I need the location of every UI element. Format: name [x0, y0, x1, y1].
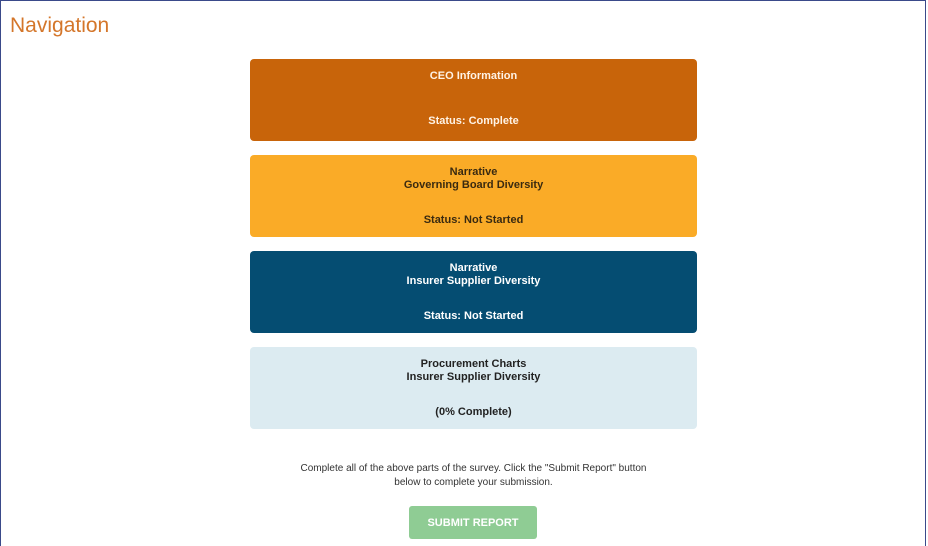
page-frame: Navigation CEO Information Status: Compl… — [0, 0, 926, 546]
card-procurement-charts[interactable]: Procurement Charts Insurer Supplier Dive… — [250, 347, 697, 429]
card-status: Status: Complete — [428, 115, 519, 127]
card-title: Narrative — [449, 166, 498, 178]
card-title: Narrative — [449, 262, 498, 274]
card-title: Procurement Charts — [420, 358, 527, 370]
card-progress: (0% Complete) — [435, 406, 512, 418]
instructions-line: Complete all of the above parts of the s… — [300, 463, 647, 474]
card-subtitle: Governing Board Diversity — [403, 179, 544, 191]
card-governing-board-diversity[interactable]: Narrative Governing Board Diversity Stat… — [250, 155, 697, 237]
card-title: CEO Information — [429, 70, 518, 82]
submit-report-button[interactable]: SUBMIT REPORT — [409, 506, 537, 539]
page-title: Navigation — [10, 14, 110, 37]
card-subtitle: Insurer Supplier Diversity — [406, 371, 541, 383]
card-status: Status: Not Started — [423, 310, 524, 322]
instructions-line: below to complete your submission. — [394, 477, 553, 488]
instructions-text: Complete all of the above parts of the s… — [250, 462, 697, 490]
section-list: CEO Information Status: Complete Narrati… — [250, 59, 697, 443]
card-subtitle: Insurer Supplier Diversity — [406, 275, 541, 287]
card-ceo-information[interactable]: CEO Information Status: Complete — [250, 59, 697, 141]
card-status: Status: Not Started — [423, 214, 524, 226]
card-insurer-supplier-diversity[interactable]: Narrative Insurer Supplier Diversity Sta… — [250, 251, 697, 333]
